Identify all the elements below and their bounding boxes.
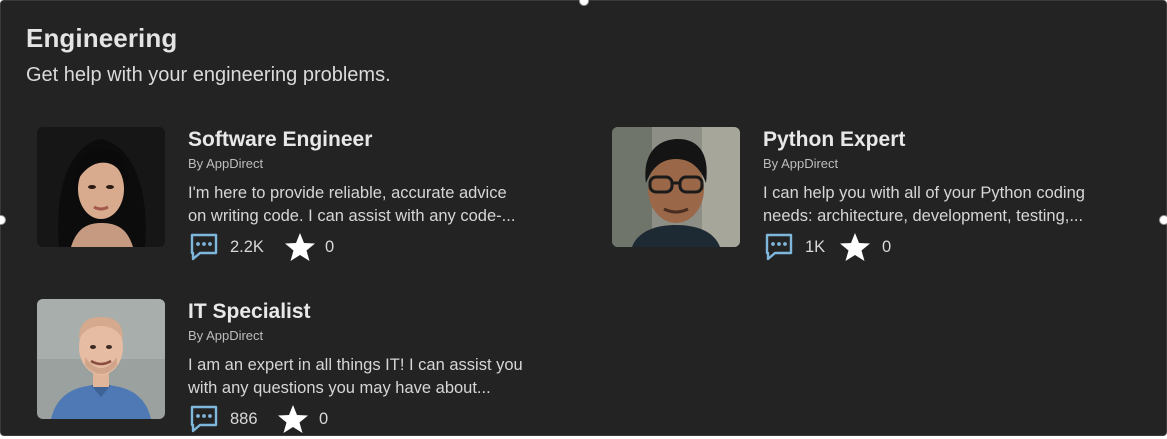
avatar xyxy=(612,127,740,247)
chat-bubble-icon xyxy=(190,405,218,433)
chat-bubble-icon xyxy=(190,233,218,261)
engineering-section: Engineering Get help with your engineeri… xyxy=(0,0,1167,436)
star-count: 0 xyxy=(319,410,329,428)
resize-handle-left[interactable] xyxy=(0,215,6,225)
assistant-card-software-engineer[interactable]: Software Engineer By AppDirect I'm here … xyxy=(37,127,577,267)
card-description-line: I'm here to provide reliable, accurate a… xyxy=(188,184,507,202)
chat-count: 886 xyxy=(230,410,258,428)
card-description-line: I can help you with all of your Python c… xyxy=(763,184,1085,202)
resize-handle-right[interactable] xyxy=(1159,215,1167,225)
assistant-card-python-expert[interactable]: Python Expert By AppDirect I can help yo… xyxy=(612,127,1152,267)
star-icon[interactable] xyxy=(284,232,316,262)
card-title: Python Expert xyxy=(763,128,906,151)
card-title: Software Engineer xyxy=(188,128,373,151)
card-author: By AppDirect xyxy=(188,156,264,171)
section-title: Engineering xyxy=(26,23,178,53)
card-title: IT Specialist xyxy=(188,300,311,323)
card-description: I can help you with all of your Python c… xyxy=(763,182,1143,228)
avatar xyxy=(37,299,165,419)
card-description-line: on writing code. I can assist with any c… xyxy=(188,207,516,225)
card-description: I'm here to provide reliable, accurate a… xyxy=(188,182,568,228)
card-description-line: I am an expert in all things IT! I can a… xyxy=(188,356,523,374)
resize-handle-top[interactable] xyxy=(579,0,589,6)
software-engineer-portrait xyxy=(37,127,165,247)
card-description-line: with any questions you may have about... xyxy=(188,379,491,397)
card-author: By AppDirect xyxy=(188,328,264,343)
assistant-card-it-specialist[interactable]: IT Specialist By AppDirect I am an exper… xyxy=(37,299,577,439)
star-count: 0 xyxy=(882,238,892,256)
chat-count: 2.2K xyxy=(230,238,264,256)
chat-bubble-icon xyxy=(765,233,793,261)
card-description: I am an expert in all things IT! I can a… xyxy=(188,354,568,400)
chat-count: 1K xyxy=(805,238,826,256)
star-count: 0 xyxy=(325,238,335,256)
star-icon[interactable] xyxy=(277,404,309,434)
python-expert-portrait xyxy=(612,127,740,247)
star-icon[interactable] xyxy=(839,232,871,262)
it-specialist-portrait xyxy=(37,299,165,419)
card-description-line: needs: architecture, development, testin… xyxy=(763,207,1084,225)
avatar xyxy=(37,127,165,247)
section-subtitle: Get help with your engineering problems. xyxy=(26,64,391,86)
card-author: By AppDirect xyxy=(763,156,839,171)
